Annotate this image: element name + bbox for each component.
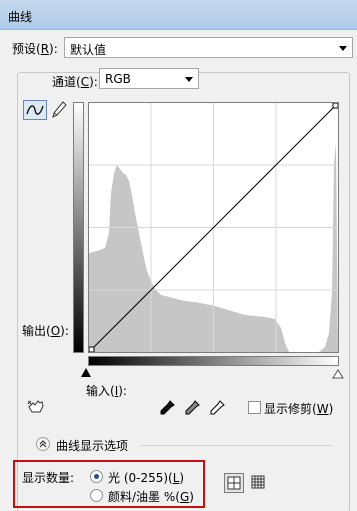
dropdown-arrow-icon xyxy=(339,46,347,51)
highlight-box xyxy=(13,460,205,508)
pencil-icon[interactable] xyxy=(50,100,68,120)
preset-label: 预设(R): xyxy=(12,42,58,56)
preset-select[interactable]: 默认值 xyxy=(64,37,353,58)
curve-tool-icon[interactable] xyxy=(23,100,47,120)
preset-value: 默认值 xyxy=(70,43,107,57)
white-point-slider[interactable] xyxy=(332,368,344,379)
input-label: 输入(I): xyxy=(86,384,127,398)
show-clipping-checkbox[interactable] xyxy=(248,401,261,414)
channel-label: 通道(C): xyxy=(50,73,100,90)
curve-options-toggle[interactable] xyxy=(36,437,50,451)
channel-select[interactable]: RGB xyxy=(99,68,199,89)
show-clipping-label[interactable]: 显示修剪(W) xyxy=(264,400,333,417)
chevron-up-icon xyxy=(39,440,47,448)
curve-point-black[interactable] xyxy=(89,346,95,352)
gray-eyedropper-icon[interactable] xyxy=(183,399,201,417)
window-title: 曲线 xyxy=(8,10,33,24)
options-divider xyxy=(140,445,333,446)
hand-adjust-icon[interactable] xyxy=(26,398,46,416)
input-gradient-bar xyxy=(88,356,339,366)
white-eyedropper-icon[interactable] xyxy=(208,399,226,417)
grid-4-icon[interactable] xyxy=(224,473,244,493)
output-label: 输出(O): xyxy=(22,324,69,338)
curve-point-white[interactable] xyxy=(332,103,338,109)
channel-value: RGB xyxy=(105,72,131,86)
dropdown-arrow-icon xyxy=(185,77,193,82)
curve-options-label: 曲线显示选项 xyxy=(56,439,129,453)
grid-10-icon[interactable] xyxy=(249,473,269,493)
output-gradient-bar xyxy=(73,102,84,353)
title-bar: 曲线 xyxy=(0,0,357,30)
black-point-slider[interactable] xyxy=(81,368,91,377)
curves-graph[interactable] xyxy=(88,102,339,353)
black-eyedropper-icon[interactable] xyxy=(158,399,176,417)
